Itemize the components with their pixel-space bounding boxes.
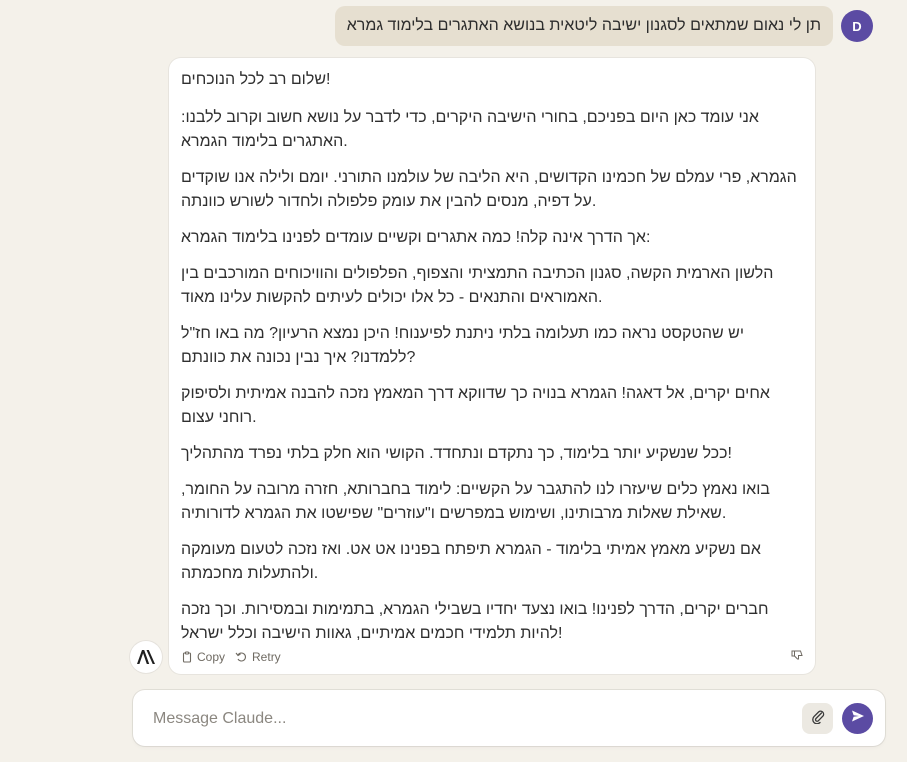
message-paragraph: אחים יקרים, אל דאגה! הגמרא בנויה כך שדוו… bbox=[181, 385, 770, 426]
chat-window: תן לי נאום שמתאים לסגנון ישיבה ליטאית בנ… bbox=[0, 0, 907, 762]
copy-icon bbox=[181, 651, 193, 663]
message-paragraph: הגמרא, פרי עמלם של חכמינו הקדושים, היא ה… bbox=[181, 169, 797, 210]
user-message-row: תן לי נאום שמתאים לסגנון ישיבה ליטאית בנ… bbox=[0, 6, 907, 46]
thumbs-down-icon[interactable] bbox=[791, 649, 803, 661]
assistant-message-card: שלום רב לכל הנוכחים! אני עומד כאן היום ב… bbox=[169, 58, 815, 674]
message-paragraph: ככל שנשקיע יותר בלימוד, כך נתקדם ונתחדד.… bbox=[181, 445, 732, 462]
send-arrow-icon bbox=[851, 709, 865, 728]
user-avatar-initial: D bbox=[852, 18, 862, 34]
copy-button[interactable]: Copy bbox=[181, 650, 225, 664]
message-actions: Copy Retry bbox=[181, 648, 803, 666]
copy-label: Copy bbox=[197, 650, 226, 664]
attach-button[interactable] bbox=[802, 703, 833, 734]
send-button[interactable] bbox=[842, 703, 873, 734]
retry-button[interactable]: Retry bbox=[235, 650, 281, 664]
message-input[interactable] bbox=[151, 706, 795, 732]
paperclip-icon bbox=[811, 708, 825, 729]
message-paragraph: אני עומד כאן היום בפניכם, בחורי הישיבה ה… bbox=[181, 109, 759, 150]
message-paragraph: שלום רב לכל הנוכחים! bbox=[181, 71, 331, 88]
retry-label: Retry bbox=[252, 650, 281, 664]
message-paragraph: יש שהטקסט נראה כמו תעלומה בלתי ניתנת לפי… bbox=[181, 325, 744, 366]
claude-logo-icon bbox=[130, 641, 162, 673]
message-paragraph: חברים יקרים, הדרך לפנינו! בואו נצעד יחדי… bbox=[181, 601, 769, 642]
message-paragraph: בואו נאמץ כלים שיעזרו לנו להתגבר על הקשי… bbox=[181, 481, 770, 522]
message-paragraph: אם נשקיע מאמץ אמיתי בלימוד - הגמרא תיפתח… bbox=[181, 541, 761, 582]
user-avatar[interactable]: D bbox=[841, 10, 873, 42]
user-message-text: תן לי נאום שמתאים לסגנון ישיבה ליטאית בנ… bbox=[346, 17, 821, 34]
message-paragraph: אך הדרך אינה קלה! כמה אתגרים וקשיים עומד… bbox=[181, 229, 651, 246]
message-paragraph: הלשון הארמית הקשה, סגנון הכתיבה התמציתי … bbox=[181, 265, 774, 306]
retry-icon bbox=[235, 651, 248, 663]
user-message-bubble: תן לי נאום שמתאים לסגנון ישיבה ליטאית בנ… bbox=[334, 6, 833, 46]
message-composer bbox=[133, 690, 885, 746]
